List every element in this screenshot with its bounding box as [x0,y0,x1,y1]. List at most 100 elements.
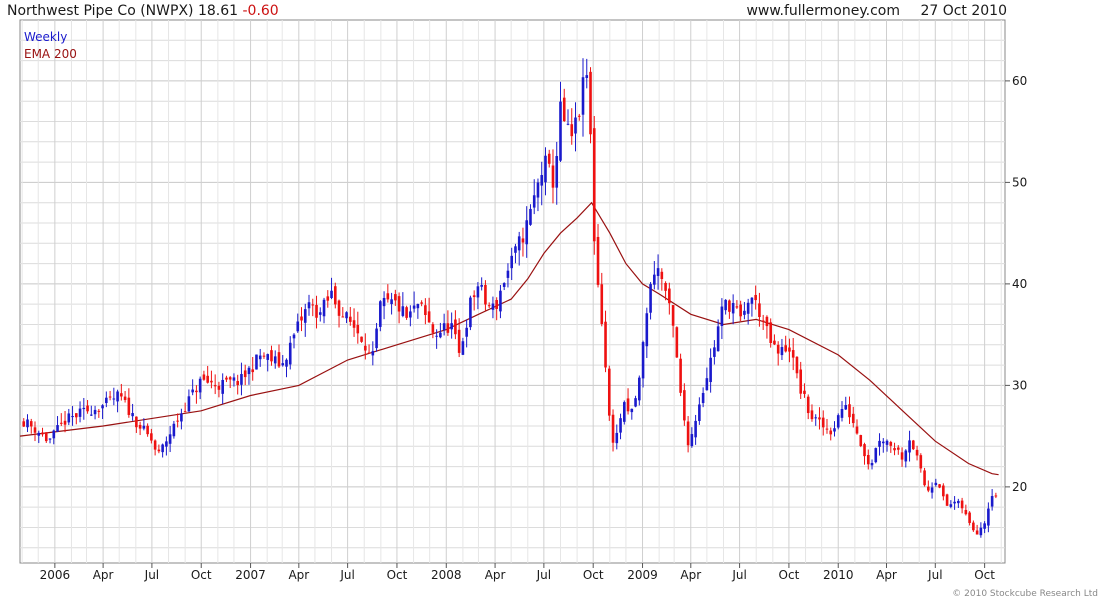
candle-body [514,246,517,253]
candle-body [285,359,288,367]
candle-body [484,284,487,305]
candle-body [150,433,153,441]
x-tick-label: Jul [339,568,354,582]
candle-body [743,310,746,315]
candle-body [420,302,423,304]
candle-body [758,303,761,318]
candle-body [337,300,341,316]
candle-body [532,195,536,208]
candle-body [427,311,431,323]
candle-body [157,449,161,452]
candle-body [848,404,851,418]
candle-body [116,391,119,402]
candle-body [769,322,772,343]
candle-body [394,294,397,301]
candle-body [705,378,709,391]
candle-body [105,397,108,404]
candle-body [780,347,784,356]
candle-body [127,397,131,415]
candle-body [942,485,945,497]
candle-body [833,428,836,432]
candle-body [686,421,690,446]
candle-body [923,470,926,486]
candle-body [191,389,194,393]
candle-body [675,327,679,358]
candle-body [206,375,209,383]
candle-body [653,274,656,285]
candle-body [739,304,742,317]
candle-body [112,398,116,400]
candle-body [709,357,712,383]
candle-body [927,486,930,491]
candle-body [761,320,765,322]
candle-body [450,323,453,330]
candle-body [716,326,720,352]
candle-body [82,407,86,410]
candle-body [994,495,998,497]
candle-body [135,416,138,428]
candle-body [228,377,232,380]
candle-body [52,430,56,439]
candle-body [48,438,52,440]
candle-body [626,398,630,412]
candle-body [844,405,848,410]
candle-body [960,500,964,509]
candle-body [315,304,318,318]
candle-body [499,290,502,312]
candle-body [795,356,799,374]
candle-body [592,128,596,242]
candle-body [367,352,371,354]
candle-body [168,434,172,444]
candle-body [266,354,270,360]
candle-body [198,378,202,393]
candle-body [701,392,705,404]
candle-body [101,405,104,409]
candle-body [97,410,101,412]
candle-body [863,444,866,457]
candle-body [904,450,908,462]
candle-body [506,270,510,278]
candle-body [183,411,187,413]
candle-body [536,182,540,198]
candle-body [746,302,750,314]
candle-body [75,413,78,418]
candle-body [896,447,900,450]
candle-body [247,367,251,375]
candle-body [330,290,333,299]
candle-body [262,355,266,357]
candle-body [784,345,787,352]
candle-body [93,409,97,415]
candle-body [975,530,979,535]
candle-body [510,255,513,269]
candle-body [900,452,904,460]
candle-body [953,501,956,504]
x-tick-label: Oct [387,568,408,582]
x-tick-label: Jul [144,568,159,582]
candle-body [855,426,859,434]
candle-body [990,496,994,507]
candle-body [457,329,461,353]
candle-body [281,363,285,366]
candle-body [461,341,465,355]
candle-body [596,236,600,285]
legend-weekly: Weekly [24,30,67,44]
candle-body [851,413,855,424]
candle-body [424,305,427,316]
candle-body [296,321,300,332]
candle-body [713,347,716,357]
candle-body [641,342,645,379]
candle-body [979,527,983,536]
x-tick-label: Oct [779,568,800,582]
candle-body [187,396,191,412]
candle-body [41,432,44,435]
x-tick-label: Jul [927,568,942,582]
x-tick-label: 2009 [627,568,658,582]
candle-body [840,408,844,418]
y-axis: 20 30 40 50 60 [1005,74,1027,494]
candle-body [311,304,315,306]
candle-body [945,494,949,506]
candle-body [525,220,529,245]
candle-body [487,305,491,307]
candle-body [908,440,911,453]
candle-body [671,305,675,326]
